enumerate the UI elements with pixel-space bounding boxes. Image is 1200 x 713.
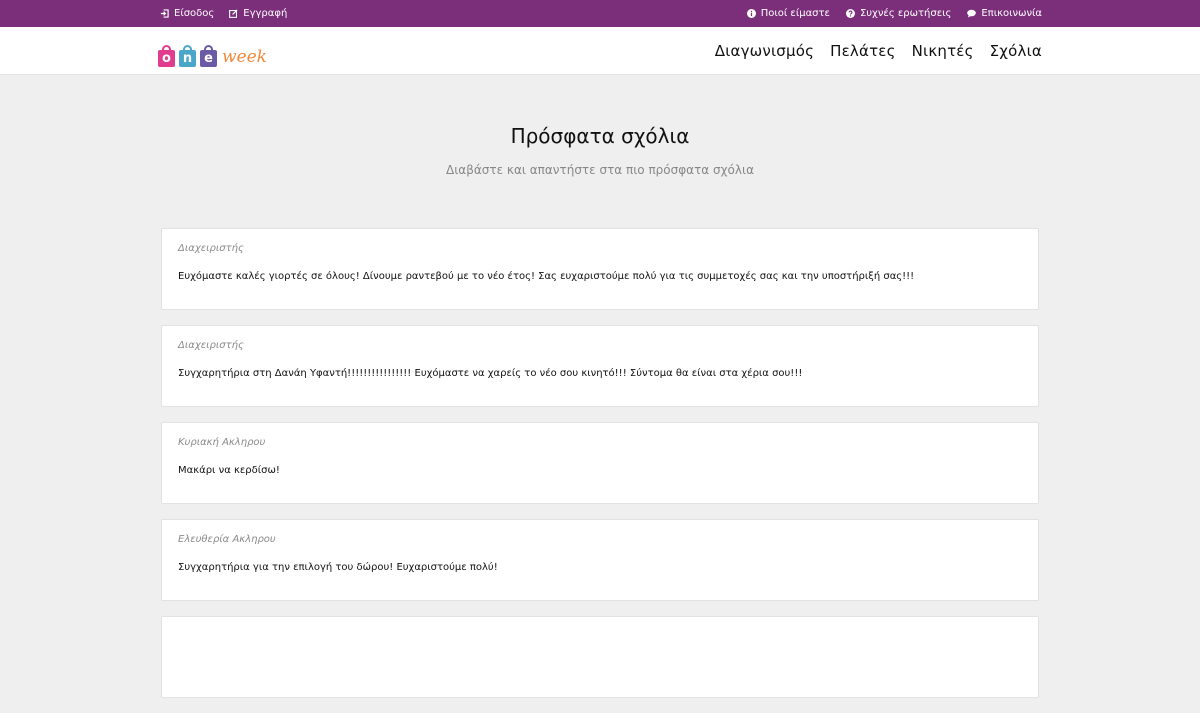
- comment-card: Διαχειριστής Ευχόμαστε καλές γιορτές σε …: [161, 228, 1039, 310]
- logo-word: week: [222, 47, 267, 67]
- comment-text: Ευχόμαστε καλές γιορτές σε όλους! Δίνουμ…: [178, 271, 915, 282]
- top-bar-auth-links: Είσοδος Εγγραφή: [160, 0, 287, 27]
- faq-label: Συχνές ερωτήσεις: [859, 8, 952, 19]
- comment-author: Ελευθερία Ακληρου: [178, 534, 276, 545]
- comment-card: [161, 616, 1039, 698]
- login-link[interactable]: Είσοδος: [160, 8, 214, 19]
- edit-icon: [229, 9, 238, 18]
- nav-winners[interactable]: Νικητές: [912, 42, 974, 60]
- about-label: Ποιοί είμαστε: [760, 8, 830, 19]
- logo-bag-o: o: [158, 45, 175, 67]
- register-label: Εγγραφή: [243, 8, 288, 19]
- nav-clients[interactable]: Πελάτες: [830, 42, 896, 60]
- sign-in-icon: [160, 9, 169, 18]
- comment-card: Διαχειριστής Συγχαρητήρια στη Δανάη Υφαν…: [161, 325, 1039, 407]
- comment-text: Συγχαρητήρια στη Δανάη Υφαντή!!!!!!!!!!!…: [178, 368, 803, 379]
- comment-card: Ελευθερία Ακληρου Συγχαρητήρια για την ε…: [161, 519, 1039, 601]
- nav-contest[interactable]: Διαγωνισμός: [715, 42, 814, 60]
- logo-bag-e: e: [200, 45, 217, 67]
- main-header: o n e week Διαγωνισμός Πελάτες Νικητές Σ…: [0, 27, 1200, 75]
- page-subtitle: Διαβάστε και απαντήστε στα πιο πρόσφατα …: [446, 163, 754, 177]
- faq-link[interactable]: Συχνές ερωτήσεις: [845, 8, 952, 19]
- question-icon: [845, 9, 855, 18]
- comment-card: Κυριακή Ακληρου Μακάρι να κερδίσω!: [161, 422, 1039, 504]
- comment-author: Διαχειριστής: [178, 340, 244, 351]
- comment-text: Συγχαρητήρια για την επιλογή του δώρου! …: [178, 562, 498, 573]
- top-bar: Είσοδος Εγγραφή Ποιοί είμαστε Συχνές ερω…: [0, 0, 1200, 27]
- contact-link[interactable]: Επικοινωνία: [967, 8, 1042, 19]
- about-link[interactable]: Ποιοί είμαστε: [746, 8, 830, 19]
- login-label: Είσοδος: [174, 8, 215, 19]
- comment-author: Διαχειριστής: [178, 243, 244, 254]
- chat-icon: [967, 9, 977, 18]
- oneweek-logo[interactable]: o n e week: [158, 33, 267, 67]
- comment-text: Μακάρι να κερδίσω!: [178, 465, 280, 476]
- main-nav: Διαγωνισμός Πελάτες Νικητές Σχόλια: [715, 27, 1042, 75]
- register-link[interactable]: Εγγραφή: [229, 8, 287, 19]
- logo-bag-n: n: [179, 45, 196, 67]
- nav-comments[interactable]: Σχόλια: [990, 42, 1042, 60]
- comment-author: [178, 631, 1022, 645]
- contact-label: Επικοινωνία: [981, 8, 1042, 19]
- comment-author: Κυριακή Ακληρου: [178, 437, 266, 448]
- page-title: Πρόσφατα σχόλια: [510, 124, 690, 148]
- comments-list: Διαχειριστής Ευχόμαστε καλές γιορτές σε …: [161, 228, 1039, 713]
- top-bar-info-links: Ποιοί είμαστε Συχνές ερωτήσεις Επικοινων…: [746, 0, 1042, 27]
- info-icon: [746, 9, 756, 18]
